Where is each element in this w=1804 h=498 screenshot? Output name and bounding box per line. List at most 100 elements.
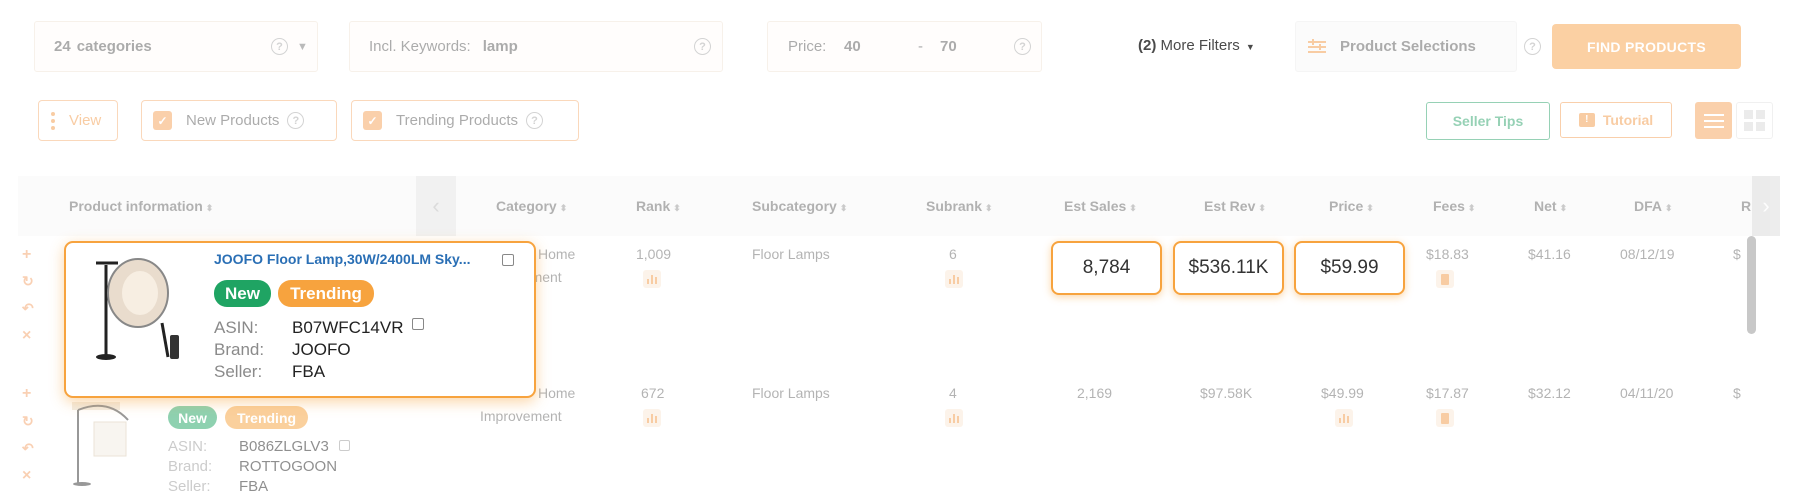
product-info-highlight[interactable]: JOOFO Floor Lamp,30W/2400LM Sky... New T… bbox=[64, 241, 536, 398]
price-chart-icon[interactable] bbox=[1335, 409, 1353, 427]
brand-label: Brand: bbox=[214, 340, 265, 359]
column-fees[interactable]: Fees ⬍ bbox=[1433, 198, 1475, 214]
categories-label: categories bbox=[76, 38, 152, 55]
sort-icon: ⬍ bbox=[1129, 203, 1137, 213]
tutorial-button[interactable]: ! Tutorial bbox=[1560, 102, 1672, 138]
vertical-scrollbar[interactable] bbox=[1747, 236, 1756, 334]
help-icon[interactable]: ? bbox=[1524, 38, 1541, 55]
est-rev-highlight: $536.11K bbox=[1173, 241, 1284, 295]
trending-badge: Trending bbox=[225, 406, 308, 429]
rank-chart-icon[interactable] bbox=[643, 409, 661, 427]
new-badge: New bbox=[214, 280, 271, 307]
dfa-value: 08/12/19 bbox=[1620, 246, 1675, 262]
help-icon[interactable]: ? bbox=[694, 38, 711, 55]
column-price[interactable]: Price ⬍ bbox=[1329, 198, 1374, 214]
add-icon[interactable]: + bbox=[22, 385, 31, 403]
column-dfa[interactable]: DFA ⬍ bbox=[1634, 198, 1673, 214]
column-est-rev[interactable]: Est Rev ⬍ bbox=[1204, 198, 1266, 214]
column-est-sales[interactable]: Est Sales ⬍ bbox=[1064, 198, 1137, 214]
list-view-button[interactable] bbox=[1695, 102, 1732, 139]
asin-value: B086ZLGLV3 bbox=[239, 438, 329, 455]
seller-value: FBA bbox=[292, 362, 326, 381]
add-icon[interactable]: + bbox=[22, 246, 31, 264]
price-min-input[interactable]: 40 bbox=[844, 38, 861, 55]
checkbox-checked-icon[interactable]: ✓ bbox=[153, 111, 172, 130]
keywords-input[interactable]: lamp bbox=[483, 38, 518, 55]
help-icon[interactable]: ? bbox=[1014, 38, 1031, 55]
find-products-button[interactable]: FIND PRODUCTS bbox=[1552, 24, 1741, 69]
remove-icon[interactable]: × bbox=[22, 327, 31, 345]
subrank-chart-icon[interactable] bbox=[945, 409, 963, 427]
view-label: View bbox=[69, 112, 102, 129]
checkbox-checked-icon[interactable]: ✓ bbox=[363, 111, 382, 130]
refresh-icon[interactable]: ↻ bbox=[22, 273, 34, 290]
keywords-filter[interactable]: Incl. Keywords: lamp ? bbox=[349, 21, 723, 72]
price-highlight: $59.99 bbox=[1294, 241, 1405, 295]
product-thumbnail[interactable] bbox=[84, 255, 180, 363]
copy-icon[interactable] bbox=[339, 440, 350, 451]
subcategory-value: Floor Lamps bbox=[752, 385, 830, 401]
fees-calculator-icon[interactable] bbox=[1436, 270, 1454, 288]
product-selections-button[interactable]: Product Selections bbox=[1295, 21, 1517, 72]
help-icon[interactable]: ? bbox=[526, 112, 544, 129]
more-filters-count: (2) bbox=[1138, 37, 1157, 54]
price-value: $49.99 bbox=[1321, 385, 1364, 401]
brand-label: Brand: bbox=[168, 458, 213, 475]
undo-icon[interactable]: ↶ bbox=[22, 440, 34, 457]
rank-value: 1,009 bbox=[636, 246, 672, 262]
category-part2: Improvement bbox=[480, 408, 562, 424]
sliders-icon bbox=[1308, 38, 1326, 54]
price-value: $59.99 bbox=[1320, 257, 1379, 278]
column-rank[interactable]: Rank ⬍ bbox=[636, 198, 681, 214]
scroll-right-button[interactable]: › bbox=[1752, 176, 1780, 236]
chevron-left-icon: ‹ bbox=[432, 193, 440, 218]
column-product-information[interactable]: Product information ⬍ bbox=[69, 198, 213, 214]
refresh-icon[interactable]: ↻ bbox=[22, 413, 34, 430]
est-rev-value: $97.58K bbox=[1200, 385, 1253, 401]
column-net[interactable]: Net ⬍ bbox=[1534, 198, 1567, 214]
undo-icon[interactable]: ↶ bbox=[22, 300, 34, 317]
price-filter[interactable]: Price: 40 - 70 ? bbox=[767, 21, 1042, 72]
scroll-left-button[interactable]: ‹ bbox=[416, 176, 456, 236]
price-max-input[interactable]: 70 bbox=[940, 38, 957, 55]
seller-tips-button[interactable]: Seller Tips bbox=[1426, 102, 1550, 140]
column-category[interactable]: Category ⬍ bbox=[496, 198, 567, 214]
fees-calculator-icon[interactable] bbox=[1436, 409, 1454, 427]
product-thumbnail[interactable] bbox=[68, 398, 148, 488]
list-icon bbox=[1703, 113, 1724, 128]
net-value: $32.12 bbox=[1528, 385, 1571, 401]
subrank-value: 4 bbox=[949, 385, 957, 401]
categories-select[interactable]: 24 categories ? ▼ bbox=[34, 21, 318, 72]
column-subcategory[interactable]: Subcategory ⬍ bbox=[752, 198, 847, 214]
brand-value: JOOFO bbox=[292, 340, 351, 359]
view-menu-button[interactable]: View bbox=[38, 100, 118, 141]
sort-icon: ⬍ bbox=[1559, 203, 1568, 213]
help-icon[interactable]: ? bbox=[271, 38, 288, 55]
categories-count: 24 bbox=[54, 38, 71, 55]
copy-icon[interactable] bbox=[502, 254, 514, 266]
chevron-down-icon: ▼ bbox=[297, 40, 308, 53]
subcategory-value: Floor Lamps bbox=[752, 246, 830, 262]
subrank-chart-icon[interactable] bbox=[945, 270, 963, 288]
trending-products-toggle[interactable]: ✓ Trending Products ? bbox=[351, 100, 579, 141]
column-subrank[interactable]: Subrank ⬍ bbox=[926, 198, 993, 214]
category-part1: Home bbox=[538, 246, 576, 262]
seller-label: Seller: bbox=[168, 478, 211, 495]
rank-chart-icon[interactable] bbox=[643, 270, 661, 288]
tutorial-label: Tutorial bbox=[1602, 112, 1654, 128]
product-title[interactable]: JOOFO Floor Lamp,30W/2400LM Sky... bbox=[214, 251, 470, 267]
sort-icon: ⬍ bbox=[673, 203, 681, 213]
sort-icon: ⬍ bbox=[1258, 203, 1266, 213]
kebab-icon bbox=[51, 111, 55, 130]
seller-label: Seller: bbox=[214, 362, 263, 381]
grid-view-button[interactable] bbox=[1736, 102, 1773, 139]
copy-icon[interactable] bbox=[412, 318, 424, 330]
column-next-cut[interactable]: R bbox=[1741, 198, 1751, 214]
est-rev-value: $536.11K bbox=[1188, 257, 1269, 278]
remove-icon[interactable]: × bbox=[22, 467, 31, 485]
help-icon[interactable]: ? bbox=[287, 112, 305, 129]
asin-value: B07WFC14VR bbox=[292, 318, 404, 337]
new-products-toggle[interactable]: ✓ New Products ? bbox=[141, 100, 337, 141]
more-filters-button[interactable]: (2) More Filters ▼ bbox=[1138, 37, 1255, 54]
keywords-label: Incl. Keywords: bbox=[369, 38, 471, 55]
